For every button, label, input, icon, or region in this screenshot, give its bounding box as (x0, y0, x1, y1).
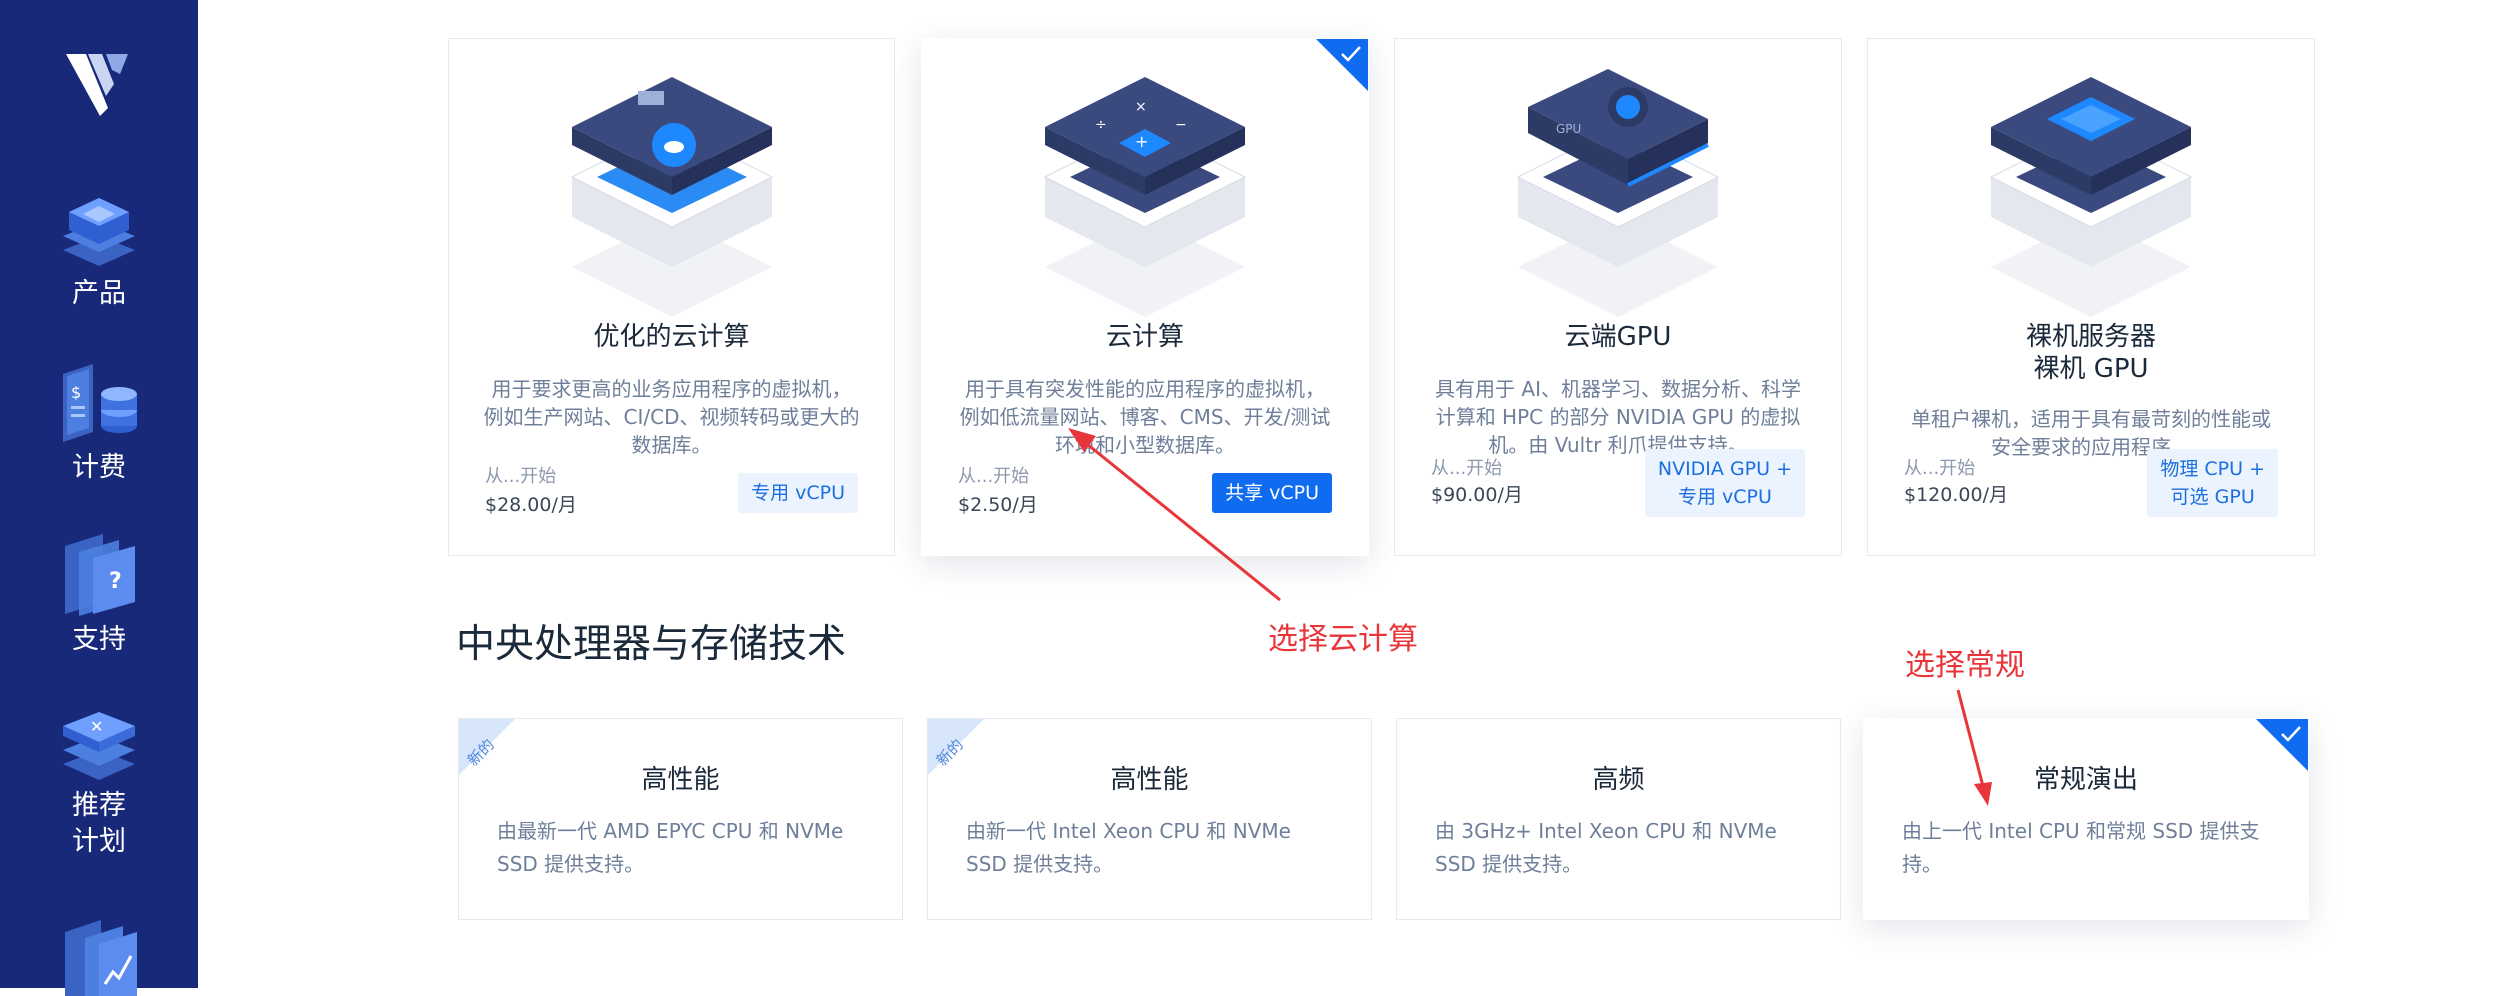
cpu-option-card-regular-performance[interactable]: 常规演出 由上一代 Intel CPU 和常规 SSD 提供支持。 (1863, 718, 2309, 920)
bare-metal-illustration (1989, 77, 2193, 317)
price-from-label: 从...开始 (958, 466, 1030, 487)
checkmark-icon (2281, 726, 2301, 742)
svg-text:÷: ÷ (1095, 117, 1107, 133)
svg-text:×: × (1135, 99, 1147, 115)
price-from-label: 从...开始 (485, 466, 557, 487)
product-description: 用于要求更高的业务应用程序的虚拟机，例如生产网站、CI/CD、视频转码或更大的数… (483, 377, 860, 457)
price-value: $120.00/月 (1904, 484, 2008, 506)
price-value: $90.00/月 (1431, 484, 1523, 506)
cpu-option-description: 由 3GHz+ Intel Xeon CPU 和 NVMe SSD 提供支持。 (1435, 819, 1777, 876)
chart-document-icon (65, 920, 137, 996)
referral-icon: ✕ (63, 712, 135, 780)
svg-text:?: ? (109, 569, 122, 594)
cpu-option-card-amd-high-performance[interactable]: 新的 高性能 由最新一代 AMD EPYC CPU 和 NVMe SSD 提供支… (458, 718, 903, 920)
product-title: 云端GPU (1564, 322, 1672, 352)
product-card-cloud-compute[interactable]: + × ÷ − 云计算 用于具有突发性能的应用程序的虚拟机，例如低流量网站、博客… (921, 38, 1369, 556)
cpu-option-card-high-frequency[interactable]: 高频 由 3GHz+ Intel Xeon CPU 和 NVMe SSD 提供支… (1396, 718, 1841, 920)
product-title: 云计算 (1105, 322, 1184, 352)
cpu-type-badge[interactable]: 物理 CPU + 可选 GPU (2147, 449, 2278, 517)
layers-icon (63, 198, 135, 266)
svg-text:GPU: GPU (1556, 122, 1581, 136)
price-from-label: 从...开始 (1904, 458, 1976, 479)
section-title: 中央处理器与存储技术 (456, 622, 847, 667)
sidebar-item-reports[interactable] (0, 916, 198, 996)
price-from-label: 从...开始 (1431, 458, 1503, 479)
svg-text:$: $ (71, 383, 81, 402)
cpu-option-description: 由最新一代 AMD EPYC CPU 和 NVMe SSD 提供支持。 (497, 819, 844, 876)
sidebar-item-label: 计费 (72, 452, 126, 483)
product-card-bare-metal[interactable]: 裸机服务器 裸机 GPU 单租户裸机，适用于具有最苛刻的性能或安全要求的应用程序。… (1867, 38, 2315, 556)
help-document-icon: ? (65, 534, 135, 616)
calculator-server-illustration: + × ÷ − (1043, 77, 1247, 317)
checkmark-icon (1341, 46, 1361, 62)
cpu-option-card-intel-high-performance[interactable]: 新的 高性能 由新一代 Intel Xeon CPU 和 NVMe SSD 提供… (927, 718, 1372, 920)
server-cloud-illustration (570, 77, 773, 317)
sidebar-item-referral[interactable]: ✕ 推荐 计划 (0, 708, 198, 860)
product-card-optimized-cloud[interactable]: 优化的云计算 用于要求更高的业务应用程序的虚拟机，例如生产网站、CI/CD、视频… (448, 38, 895, 556)
annotation-select-regular: 选择常规 (1905, 648, 2025, 683)
product-description: 用于具有突发性能的应用程序的虚拟机，例如低流量网站、博客、CMS、开发/测试环境… (959, 377, 1331, 457)
cpu-type-badge[interactable]: 专用 vCPU (738, 473, 858, 513)
sidebar-item-label: 支持 (72, 624, 126, 655)
product-title: 优化的云计算 (593, 322, 750, 352)
sidebar-item-products[interactable]: 产品 (0, 188, 198, 312)
cpu-type-badge[interactable]: 共享 vCPU (1212, 473, 1332, 513)
billing-icon: $ (63, 364, 137, 442)
sidebar-item-support[interactable]: ? 支持 (0, 532, 198, 658)
cpu-option-description: 由新一代 Intel Xeon CPU 和 NVMe SSD 提供支持。 (966, 819, 1291, 876)
product-card-cloud-gpu[interactable]: GPU 云端GPU 具有用于 AI、机器学习、数据分析、科学计算和 HPC 的部… (1394, 38, 1842, 556)
cpu-option-title: 高频 (1592, 765, 1645, 795)
gpu-server-illustration: GPU (1516, 69, 1720, 317)
product-title: 裸机服务器 裸机 GPU (2025, 322, 2156, 384)
cpu-option-description: 由上一代 Intel CPU 和常规 SSD 提供支持。 (1902, 819, 2260, 876)
vultr-logo[interactable] (62, 48, 134, 118)
svg-text:−: − (1175, 117, 1187, 133)
sidebar-item-label: 推荐 计划 (72, 790, 126, 857)
price-value: $2.50/月 (958, 494, 1038, 516)
product-description: 具有用于 AI、机器学习、数据分析、科学计算和 HPC 的部分 NVIDIA G… (1435, 377, 1801, 457)
cpu-option-title: 高性能 (1110, 765, 1189, 795)
sidebar: 产品 $ 计费 ? 支持 ✕ 推荐 计划 (0, 0, 198, 996)
cpu-type-badge[interactable]: NVIDIA GPU + 专用 vCPU (1644, 449, 1805, 517)
svg-text:✕: ✕ (90, 717, 103, 736)
svg-text:+: + (1135, 132, 1148, 151)
annotation-select-cloud-compute: 选择云计算 (1268, 622, 1418, 657)
price-value: $28.00/月 (485, 494, 577, 516)
cpu-option-title: 高性能 (641, 765, 720, 795)
cpu-option-title: 常规演出 (2033, 765, 2138, 795)
sidebar-item-label: 产品 (72, 278, 126, 309)
sidebar-item-billing[interactable]: $ 计费 (0, 360, 198, 486)
